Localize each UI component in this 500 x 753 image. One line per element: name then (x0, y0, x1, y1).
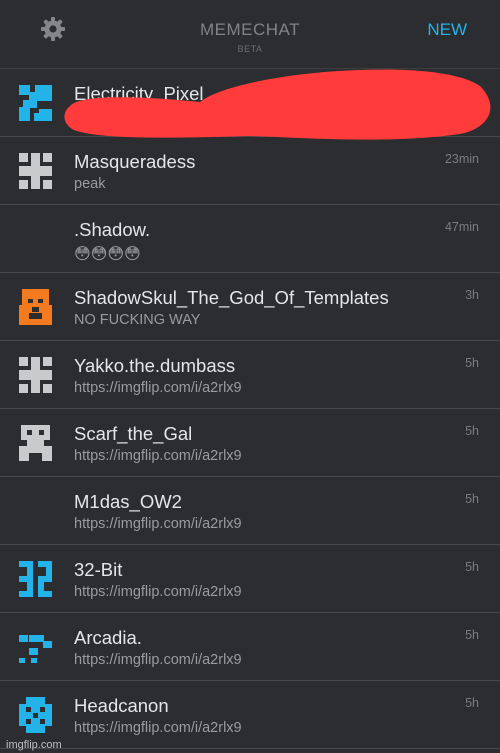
app-subtitle: BETA (237, 44, 263, 54)
chat-time: 5h (465, 356, 479, 370)
chat-row-m1das[interactable]: M1das_OW2 https://imgflip.com/i/a2rlx9 5… (0, 477, 500, 545)
chat-row-shadowskul[interactable]: ShadowSkul_The_God_Of_Templates NO FUCKI… (0, 273, 500, 341)
chat-last-message: https://imgflip.com/i/a2rlx9 (74, 652, 242, 668)
chat-name: ShadowSkul_The_God_Of_Templates (74, 287, 389, 308)
orange-skull-avatar (19, 289, 52, 325)
chat-row-headcanon[interactable]: Headcanon https://imgflip.com/i/a2rlx9 5… (0, 681, 500, 749)
blue-dots-avatar (19, 635, 52, 663)
grey-hash-avatar (19, 357, 52, 393)
chat-name: Masqueradess (74, 151, 196, 172)
chat-row-yakko[interactable]: Yakko.the.dumbass https://imgflip.com/i/… (0, 341, 500, 409)
blue-32-avatar (19, 561, 52, 597)
chat-time: 5h (465, 696, 479, 710)
watermark: imgflip.com (6, 739, 62, 751)
chat-time: 5h (465, 560, 479, 574)
chat-name: Scarf_the_Gal (74, 423, 193, 444)
chat-time: 23min (444, 152, 479, 166)
chat-name: M1das_OW2 (74, 491, 182, 512)
chat-name: 32-Bit (74, 559, 123, 580)
chat-name: .Shadow. (74, 219, 151, 240)
grey-hash-avatar (19, 153, 52, 189)
app-title: MEMECHAT (199, 20, 300, 39)
chat-row-32-bit[interactable]: 32-Bit https://imgflip.com/i/a2rlx9 5h (0, 545, 500, 613)
chat-name: Headcanon (74, 695, 169, 716)
chat-last-message: https://imgflip.com/i/a2rlx9 (74, 380, 242, 396)
chat-name: Yakko.the.dumbass (74, 355, 236, 376)
chat-list: Electricity_Pixel Masqueradess peak 23mi… (0, 69, 500, 749)
chat-row-arcadia[interactable]: Arcadia. https://imgflip.com/i/a2rlx9 5h (0, 613, 500, 681)
flushed-emoji-text: 😳😳😳😳 (74, 246, 141, 263)
red-redaction-scribble (64, 69, 491, 140)
chat-time: 5h (465, 424, 479, 438)
chat-last-message: peak (74, 176, 106, 192)
chat-time: 5h (465, 628, 479, 642)
chat-last-message: https://imgflip.com/i/a2rlx9 (74, 584, 242, 600)
chat-time: 47min (444, 220, 479, 234)
blue-checker-avatar (19, 697, 52, 733)
chat-name: Arcadia. (74, 627, 142, 648)
grey-face-avatar (19, 425, 52, 461)
chat-last-message: 😳😳😳😳 (74, 244, 141, 264)
app-header: MEMECHAT BETA NEW (0, 0, 500, 69)
chat-last-message: https://imgflip.com/i/a2rlx9 (74, 516, 242, 532)
chat-last-message: NO FUCKING WAY (74, 312, 201, 328)
chat-last-message: https://imgflip.com/i/a2rlx9 (74, 720, 242, 736)
chat-last-message: https://imgflip.com/i/a2rlx9 (74, 448, 242, 464)
chat-row-shadow[interactable]: .Shadow. 😳😳😳😳 47min (0, 205, 500, 273)
new-chat-button[interactable]: NEW (427, 20, 467, 40)
chat-row-scarf[interactable]: Scarf_the_Gal https://imgflip.com/i/a2rl… (0, 409, 500, 477)
chat-time: 3h (465, 288, 479, 302)
blue-pixel-avatar (19, 85, 52, 121)
chat-time: 5h (465, 492, 479, 506)
